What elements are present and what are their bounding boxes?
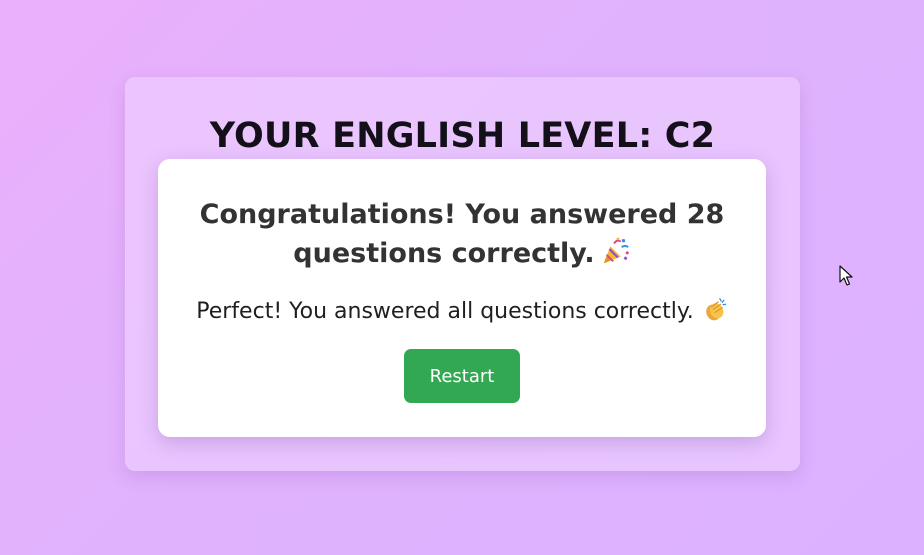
congratulations-text: Congratulations! You answered 28 questio… — [199, 199, 725, 269]
restart-button[interactable]: Restart — [404, 349, 520, 403]
result-message-card: Congratulations! You answered 28 questio… — [158, 159, 766, 437]
congratulations-message: Congratulations! You answered 28 questio… — [198, 195, 726, 273]
perfect-message: Perfect! You answered all questions corr… — [158, 297, 766, 327]
party-popper-icon — [603, 237, 629, 264]
clapping-hands-icon — [705, 297, 726, 321]
level-title: YOUR ENGLISH LEVEL: C2 — [209, 116, 716, 156]
perfect-text: Perfect! You answered all questions corr… — [196, 299, 694, 324]
mouse-cursor-icon — [839, 265, 853, 286]
